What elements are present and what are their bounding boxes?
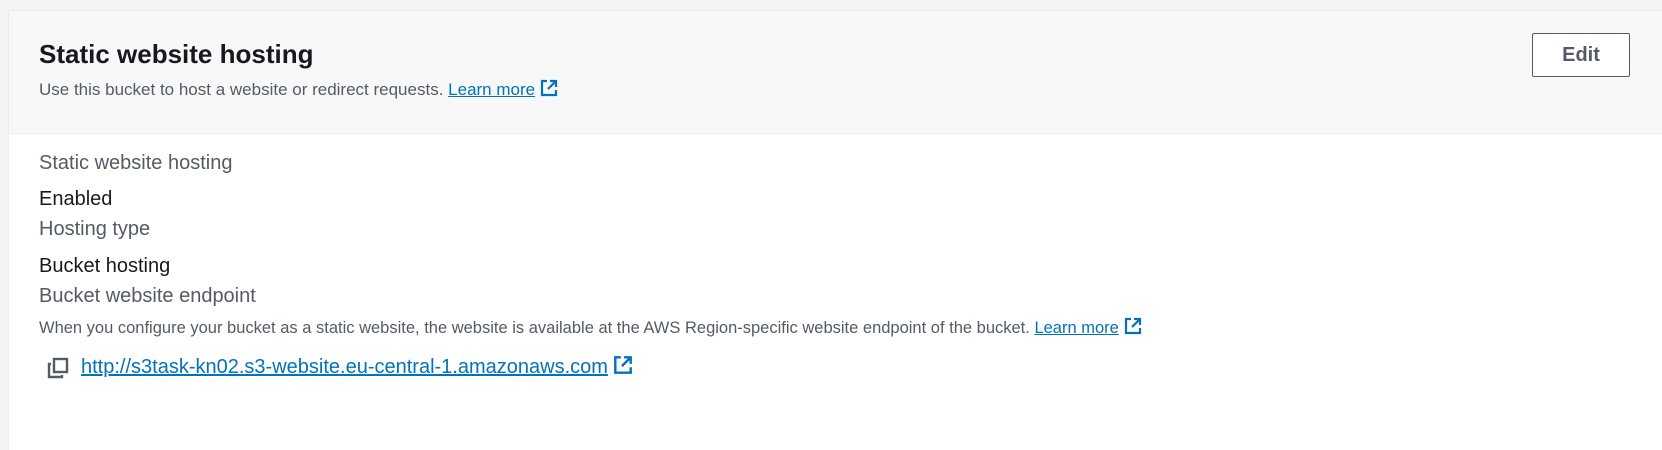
endpoint-url-link[interactable]: http://s3task-kn02.s3-website.eu-central… bbox=[81, 354, 634, 382]
learn-more-link-label: Learn more bbox=[448, 80, 536, 99]
endpoint-learn-more-link[interactable]: Learn more bbox=[1034, 317, 1142, 337]
panel-title: Static website hosting bbox=[39, 39, 314, 69]
endpoint-row: http://s3task-kn02.s3-website.eu-central… bbox=[47, 354, 634, 382]
learn-more-link[interactable]: Learn more bbox=[448, 79, 559, 99]
edit-button[interactable]: Edit bbox=[1532, 33, 1630, 77]
hosting-status-value: Enabled bbox=[39, 188, 113, 210]
hosting-status-label: Static website hosting bbox=[39, 152, 233, 174]
copy-icon[interactable] bbox=[47, 357, 69, 379]
hosting-type-value: Bucket hosting bbox=[39, 255, 171, 277]
external-link-icon bbox=[612, 354, 634, 382]
panel-description: Use this bucket to host a website or red… bbox=[39, 78, 559, 103]
endpoint-description: When you configure your bucket as a stat… bbox=[39, 316, 1143, 341]
endpoint-label: Bucket website endpoint bbox=[39, 285, 256, 307]
hosting-type-label: Hosting type bbox=[39, 218, 151, 240]
static-website-hosting-panel: Static website hosting Use this bucket t… bbox=[8, 10, 1662, 450]
endpoint-description-text: When you configure your bucket as a stat… bbox=[39, 319, 1030, 337]
external-link-icon bbox=[1123, 316, 1143, 341]
endpoint-url-text: http://s3task-kn02.s3-website.eu-central… bbox=[81, 356, 608, 378]
endpoint-learn-more-label: Learn more bbox=[1034, 319, 1119, 337]
panel-description-text: Use this bucket to host a website or red… bbox=[39, 80, 444, 99]
panel-header: Static website hosting Use this bucket t… bbox=[9, 11, 1662, 134]
external-link-icon bbox=[539, 78, 559, 103]
